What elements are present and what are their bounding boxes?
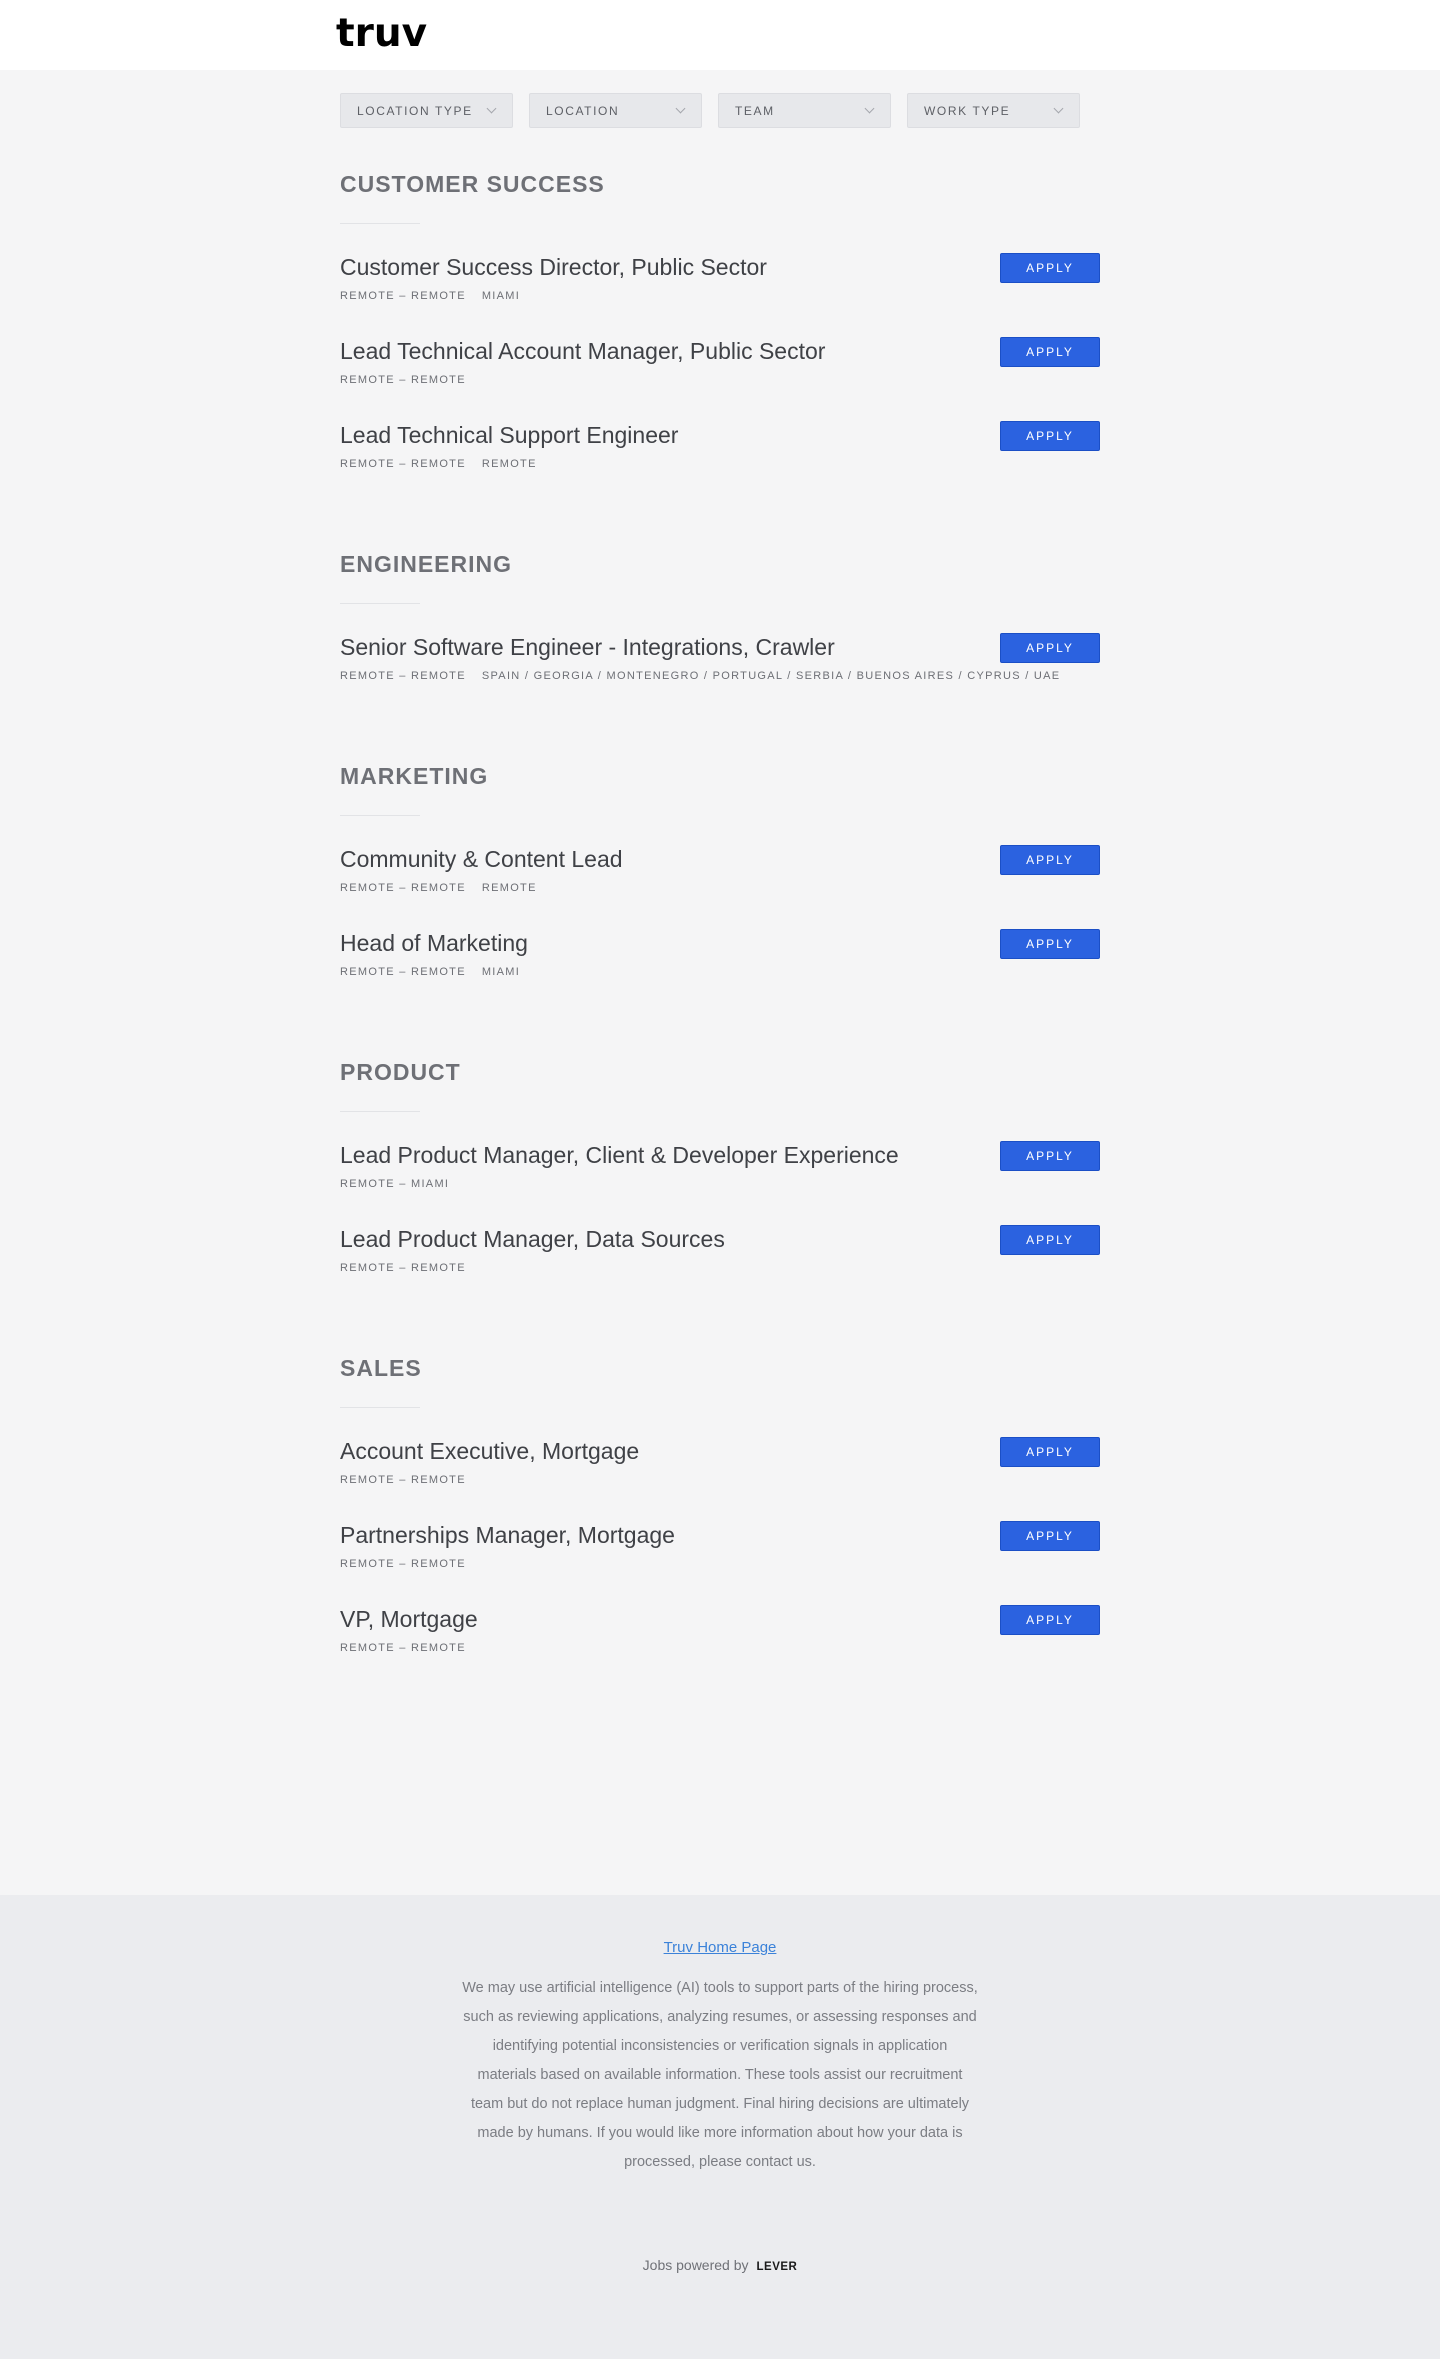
filter-label: WORK TYPE — [924, 103, 1011, 118]
job-title-link[interactable]: Community & Content Lead — [340, 845, 1100, 873]
job-posting: VP, Mortgage REMOTE – REMOTE APPLY — [340, 1605, 1100, 1689]
apply-button[interactable]: APPLY — [1000, 1437, 1100, 1467]
job-title-link[interactable]: Lead Technical Support Engineer — [340, 421, 1100, 449]
job-category: REMOTE – REMOTE — [340, 290, 466, 302]
apply-button[interactable]: APPLY — [1000, 845, 1100, 875]
apply-button[interactable]: APPLY — [1000, 1521, 1100, 1551]
chevron-down-icon — [675, 103, 686, 114]
powered-by: Jobs powered by LEVER — [0, 2257, 1440, 2273]
filter-label: LOCATION — [546, 103, 620, 118]
job-categories: REMOTE – MIAMI — [340, 1178, 1100, 1190]
job-category: SPAIN / GEORGIA / MONTENEGRO / PORTUGAL … — [481, 670, 1061, 682]
job-category: REMOTE – REMOTE — [340, 374, 466, 386]
job-title-link[interactable]: Lead Technical Account Manager, Public S… — [340, 337, 1100, 365]
page-footer: Truv Home Page We may use artificial int… — [0, 1895, 1440, 2359]
job-categories: REMOTE – REMOTE REMOTE — [340, 458, 1100, 470]
lever-logo[interactable]: LEVER — [757, 2261, 798, 2273]
job-posting: Partnerships Manager, Mortgage REMOTE – R… — [340, 1521, 1100, 1605]
group-title: PRODUCT — [340, 1059, 461, 1085]
group-divider — [340, 223, 420, 224]
filter-work-type[interactable]: WORK TYPE — [907, 93, 1080, 128]
group-title: SALES — [340, 1355, 422, 1381]
job-posting: Head of Marketing REMOTE – REMOTE MIAMI APP… — [340, 929, 1100, 1013]
posting-group: CUSTOMER SUCCESS Customer Success Directo… — [340, 170, 1100, 505]
logo-text: truv — [336, 11, 428, 56]
group-divider — [340, 1111, 420, 1112]
job-title-link[interactable]: Partnerships Manager, Mortgage — [340, 1521, 1100, 1549]
job-category: REMOTE – REMOTE — [340, 966, 466, 978]
apply-button[interactable]: APPLY — [1000, 421, 1100, 451]
job-title-link[interactable]: Senior Software Engineer - Integrations,… — [340, 633, 1100, 661]
job-categories: REMOTE – REMOTE — [340, 1262, 1100, 1274]
job-categories: REMOTE – REMOTE SPAIN / GEORGIA / MONTENE… — [340, 670, 1100, 682]
powered-by-text: Jobs powered by — [642, 2257, 749, 2273]
apply-button[interactable]: APPLY — [1000, 1605, 1100, 1635]
job-title-link[interactable]: Lead Product Manager, Client & Developer… — [340, 1141, 1100, 1169]
job-posting: Account Executive, Mortgage REMOTE – REMO… — [340, 1437, 1100, 1521]
job-categories: REMOTE – REMOTE REMOTE — [340, 882, 1100, 894]
site-header: truv — [0, 0, 1440, 70]
group-divider — [340, 603, 420, 604]
ai-disclaimer: We may use artificial intelligence (AI) … — [462, 1980, 978, 2170]
job-categories: REMOTE – REMOTE MIAMI — [340, 290, 1100, 302]
job-categories: REMOTE – REMOTE — [340, 1474, 1100, 1486]
filter-team[interactable]: TEAM — [718, 93, 891, 128]
postings-list: CUSTOMER SUCCESS Customer Success Directo… — [340, 170, 1100, 1734]
job-title-link[interactable]: Head of Marketing — [340, 929, 1100, 957]
job-category: REMOTE – MIAMI — [340, 1178, 450, 1190]
filter-label: LOCATION TYPE — [357, 103, 473, 118]
posting-group: SALES Account Executive, Mortgage REMOTE –… — [340, 1354, 1100, 1689]
group-divider — [340, 815, 420, 816]
job-categories: REMOTE – REMOTE — [340, 1558, 1100, 1570]
apply-button[interactable]: APPLY — [1000, 929, 1100, 959]
job-posting: Senior Software Engineer - Integrations,… — [340, 633, 1100, 717]
job-posting: Lead Technical Account Manager, Public S… — [340, 337, 1100, 421]
job-category: REMOTE – REMOTE — [340, 882, 466, 894]
job-title-link[interactable]: Lead Product Manager, Data Sources — [340, 1225, 1100, 1253]
job-title-link[interactable]: Account Executive, Mortgage — [340, 1437, 1100, 1465]
job-category: REMOTE – REMOTE — [340, 1642, 466, 1654]
posting-group: PRODUCT Lead Product Manager, Client & De… — [340, 1058, 1100, 1309]
group-title: MARKETING — [340, 763, 489, 789]
posting-group: MARKETING Community & Content Lead REMOTE … — [340, 762, 1100, 1013]
job-posting: Lead Technical Support Engineer REMOTE – … — [340, 421, 1100, 505]
job-title-link[interactable]: VP, Mortgage — [340, 1605, 1100, 1633]
apply-button[interactable]: APPLY — [1000, 1225, 1100, 1255]
filter-bar: LOCATION TYPE LOCATION TEAM WORK TYPE — [340, 93, 1080, 128]
chevron-down-icon — [486, 103, 497, 114]
apply-button[interactable]: APPLY — [1000, 337, 1100, 367]
job-category: REMOTE — [481, 458, 537, 470]
job-categories: REMOTE – REMOTE MIAMI — [340, 966, 1100, 978]
job-posting: Lead Product Manager, Data Sources REMOTE… — [340, 1225, 1100, 1309]
filter-location[interactable]: LOCATION — [529, 93, 702, 128]
job-category: MIAMI — [481, 966, 521, 978]
job-title-link[interactable]: Customer Success Director, Public Sector — [340, 253, 1100, 281]
job-category: REMOTE – REMOTE — [340, 458, 466, 470]
job-categories: REMOTE – REMOTE — [340, 1642, 1100, 1654]
filter-label: TEAM — [735, 103, 775, 118]
job-category: REMOTE – REMOTE — [340, 670, 466, 682]
chevron-down-icon — [1053, 103, 1064, 114]
job-posting: Lead Product Manager, Client & Developer… — [340, 1141, 1100, 1225]
job-posting: Customer Success Director, Public Sector… — [340, 253, 1100, 337]
job-category: REMOTE — [481, 882, 537, 894]
group-title: ENGINEERING — [340, 551, 513, 577]
apply-button[interactable]: APPLY — [1000, 633, 1100, 663]
filter-location-type[interactable]: LOCATION TYPE — [340, 93, 513, 128]
truv-logo[interactable]: truv — [336, 14, 427, 54]
chevron-down-icon — [864, 103, 875, 114]
job-category: REMOTE – REMOTE — [340, 1474, 466, 1486]
job-categories: REMOTE – REMOTE — [340, 374, 1100, 386]
home-page-link[interactable]: Truv Home Page — [664, 1938, 777, 1958]
job-category: REMOTE – REMOTE — [340, 1262, 466, 1274]
posting-group: ENGINEERING Senior Software Engineer - In… — [340, 550, 1100, 717]
job-posting: Community & Content Lead REMOTE – REMOTE R… — [340, 845, 1100, 929]
group-title: CUSTOMER SUCCESS — [340, 171, 605, 197]
job-category: REMOTE – REMOTE — [340, 1558, 466, 1570]
footer-content: Truv Home Page We may use artificial int… — [462, 1938, 978, 2177]
group-divider — [340, 1407, 420, 1408]
apply-button[interactable]: APPLY — [1000, 253, 1100, 283]
job-category: MIAMI — [481, 290, 521, 302]
apply-button[interactable]: APPLY — [1000, 1141, 1100, 1171]
